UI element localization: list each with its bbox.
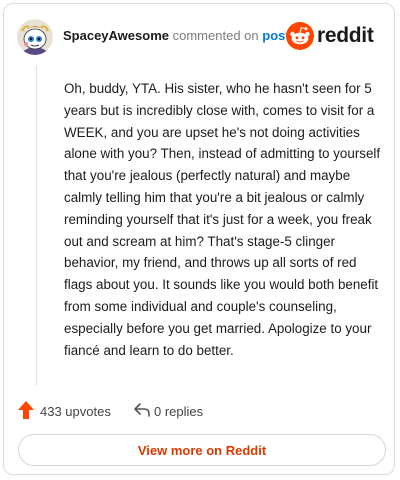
avatar[interactable] [17, 19, 53, 55]
upvote-arrow-icon[interactable] [18, 401, 34, 419]
reddit-logo-icon [286, 22, 314, 50]
reddit-wordmark: reddit [317, 24, 374, 47]
thread-line [36, 66, 37, 386]
reply-icon[interactable] [133, 402, 151, 418]
comment-header: SpaceyAwesome commented on post reddit [17, 17, 380, 57]
byline: SpaceyAwesome commented on post [63, 28, 290, 43]
comment-embed-card: SpaceyAwesome commented on post reddit O… [3, 3, 395, 475]
upvote-count: 433 upvotes [40, 404, 111, 419]
reply-count[interactable]: 0 replies [154, 404, 203, 419]
reddit-brand[interactable]: reddit [286, 22, 380, 50]
view-more-button[interactable]: View more on Reddit [18, 434, 386, 466]
action-text: commented on [172, 28, 259, 43]
username-link[interactable]: SpaceyAwesome [63, 28, 169, 43]
comment-body: Oh, buddy, YTA. His sister, who he hasn'… [64, 81, 381, 358]
